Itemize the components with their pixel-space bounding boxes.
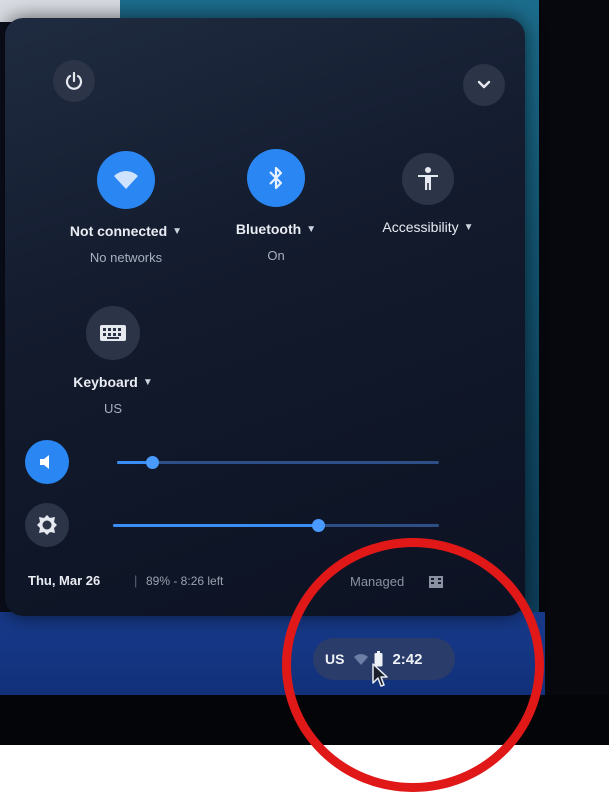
power-icon: [65, 71, 83, 90]
network-label-text: Not connected: [69, 223, 168, 239]
quick-settings-panel: Not connected ▼ No networks Bluetooth ▼ …: [5, 18, 525, 616]
keyboard-layout: US: [103, 401, 123, 416]
battery-status: 89% - 8:26 left: [146, 574, 224, 588]
brightness-slider-thumb[interactable]: [312, 519, 326, 532]
bluetooth-status: On: [267, 248, 285, 263]
wifi-icon: [114, 171, 138, 189]
accessibility-label-text: Accessibility: [382, 219, 459, 235]
keyboard-tile[interactable]: Keyboard ▼ US: [38, 306, 188, 416]
power-button[interactable]: [53, 60, 95, 102]
chevron-down-icon: [477, 80, 491, 89]
volume-slider[interactable]: [117, 456, 439, 469]
caret-down-icon: ▼: [306, 223, 317, 235]
date-label[interactable]: Thu, Mar 26: [28, 573, 100, 588]
accessibility-label[interactable]: Accessibility ▼: [382, 219, 473, 235]
brightness-slider-fill: [113, 524, 319, 527]
caret-down-icon: ▼: [172, 225, 183, 237]
caret-down-icon: ▼: [463, 221, 474, 233]
volume-icon: [40, 455, 49, 469]
network-label[interactable]: Not connected ▼: [70, 223, 182, 239]
accessibility-tile[interactable]: Accessibility ▼: [353, 153, 503, 237]
bluetooth-label[interactable]: Bluetooth ▼: [236, 221, 316, 237]
caret-down-icon: ▼: [142, 376, 153, 388]
volume-slider-row: [25, 440, 445, 484]
brightness-slider[interactable]: [113, 519, 439, 532]
network-tile[interactable]: Not connected ▼ No networks: [51, 151, 201, 265]
brightness-icon: [37, 515, 57, 535]
brightness-button[interactable]: [25, 503, 69, 547]
keyboard-label-text: Keyboard: [73, 374, 138, 390]
bluetooth-tile[interactable]: Bluetooth ▼ On: [201, 149, 351, 263]
annotation-circle: [282, 538, 544, 792]
bluetooth-icon: [269, 166, 283, 190]
bluetooth-toggle[interactable]: [247, 149, 305, 207]
network-status: No networks: [89, 250, 163, 265]
accessibility-toggle[interactable]: [402, 153, 454, 205]
screen-bezel: [539, 0, 609, 745]
footer-divider: |: [134, 573, 138, 588]
accessibility-icon: [418, 167, 438, 190]
keyboard-toggle[interactable]: [86, 306, 140, 360]
volume-slider-thumb[interactable]: [146, 456, 160, 469]
keyboard-label[interactable]: Keyboard ▼: [73, 374, 152, 390]
collapse-button[interactable]: [463, 64, 505, 106]
volume-mute-button[interactable]: [25, 440, 69, 484]
bluetooth-label-text: Bluetooth: [235, 221, 302, 237]
keyboard-icon: [100, 325, 126, 341]
network-toggle[interactable]: [97, 151, 155, 209]
